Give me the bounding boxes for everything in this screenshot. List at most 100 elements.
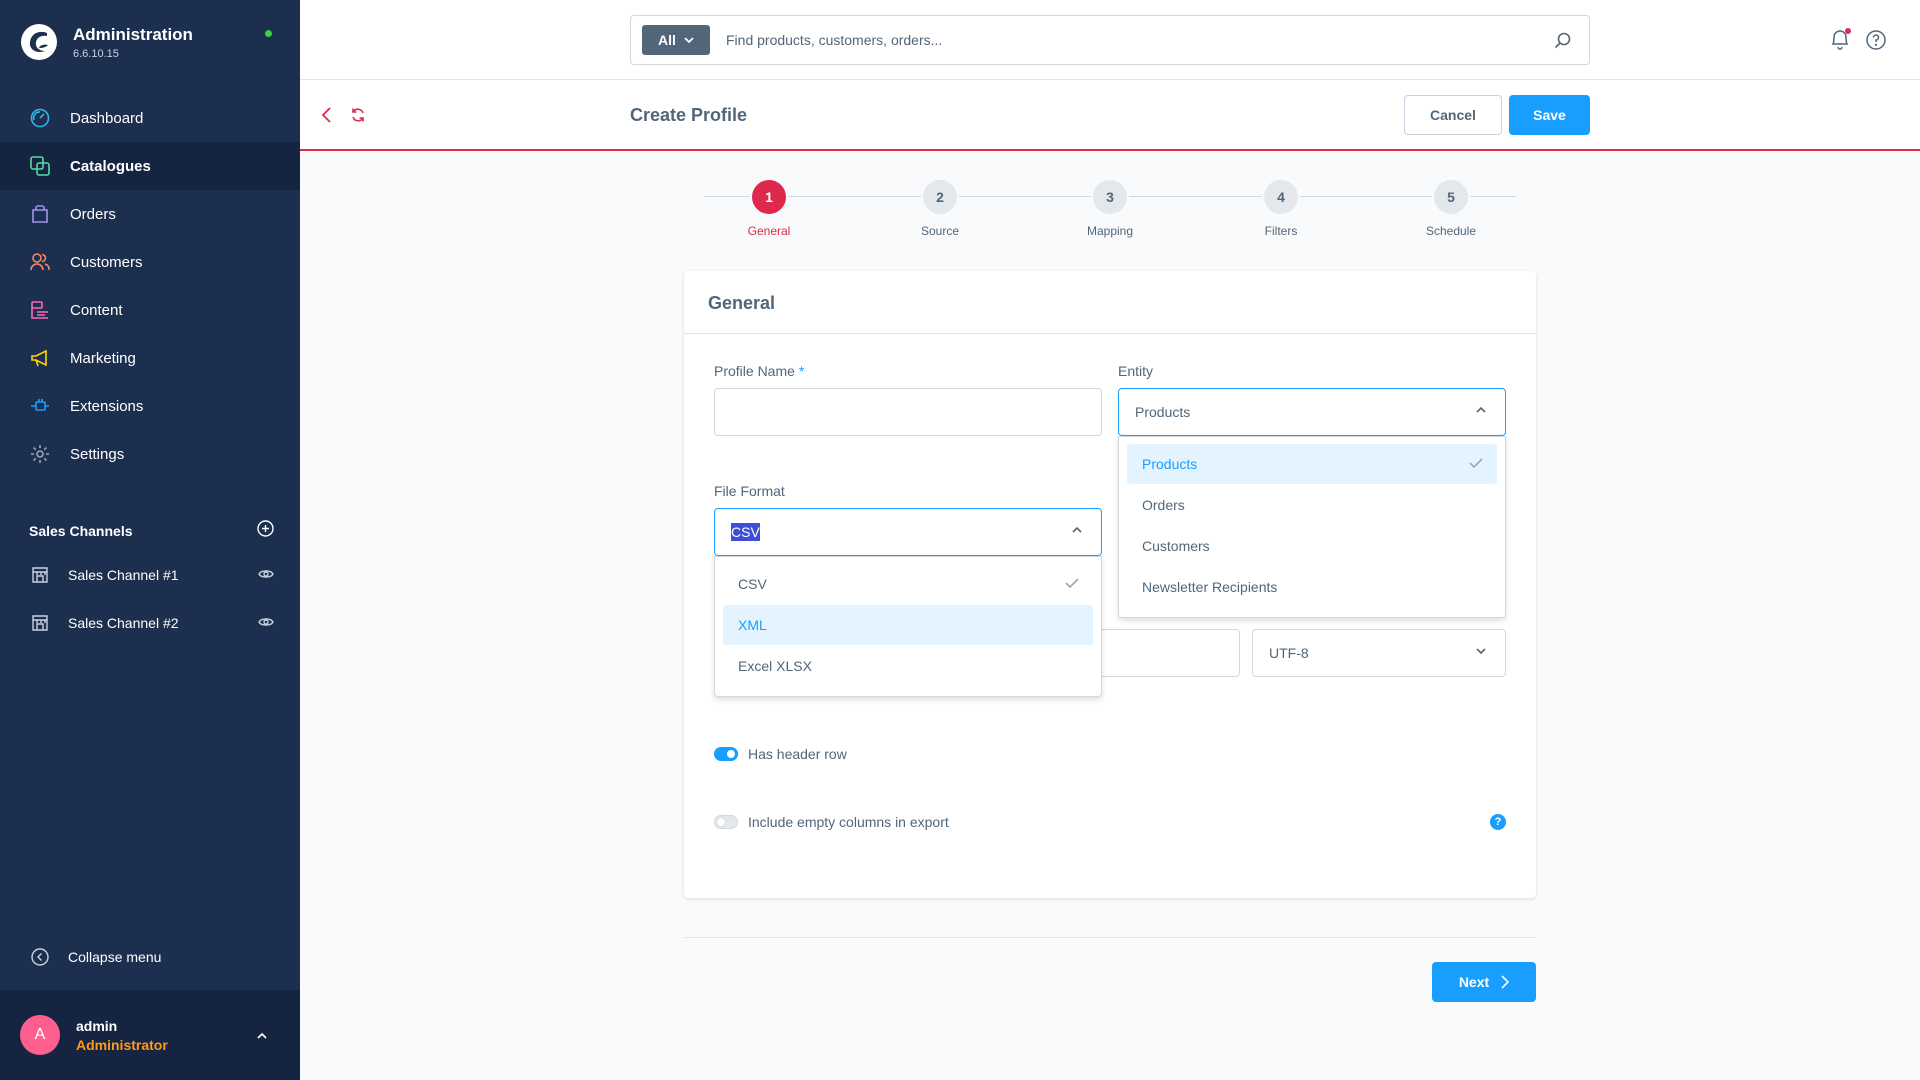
option-label: XML bbox=[738, 617, 767, 633]
plug-icon bbox=[29, 395, 51, 417]
bell-icon[interactable] bbox=[1830, 28, 1851, 55]
file-format-label: File Format bbox=[714, 483, 785, 499]
catalogue-icon bbox=[29, 155, 51, 177]
refresh-icon[interactable] bbox=[350, 107, 366, 128]
cancel-button[interactable]: Cancel bbox=[1404, 95, 1502, 135]
file-format-select[interactable]: CSV bbox=[714, 508, 1102, 556]
brand[interactable]: Administration 6.6.10.15 bbox=[20, 20, 193, 64]
sales-channel-label: Sales Channel #2 bbox=[68, 615, 179, 631]
shopware-logo-icon bbox=[21, 24, 57, 60]
nav-item-label: Catalogues bbox=[70, 157, 151, 175]
has-header-row-toggle[interactable] bbox=[714, 747, 738, 761]
step-label: Source bbox=[920, 224, 960, 238]
include-empty-columns-label: Include empty columns in export bbox=[748, 814, 949, 830]
shopping-bag-icon bbox=[29, 203, 51, 225]
step-source[interactable]: 2 Source bbox=[890, 178, 990, 238]
search-input[interactable] bbox=[726, 32, 1526, 48]
delimiter-field[interactable] bbox=[1084, 629, 1240, 677]
eye-icon[interactable] bbox=[258, 567, 274, 583]
online-status-dot bbox=[265, 30, 272, 37]
storefront-icon bbox=[29, 612, 51, 634]
sales-channel-label: Sales Channel #1 bbox=[68, 567, 179, 583]
save-button[interactable]: Save bbox=[1509, 95, 1590, 135]
top-bar: All bbox=[300, 0, 1920, 80]
step-number: 3 bbox=[1091, 178, 1129, 216]
entity-label: Entity bbox=[1118, 363, 1154, 379]
smart-bar: Create Profile Cancel Save bbox=[300, 80, 1920, 151]
file-format-option-excel-xlsx[interactable]: Excel XLSX bbox=[723, 646, 1093, 686]
encoding-select[interactable]: UTF-8 bbox=[1252, 629, 1506, 677]
step-label: Mapping bbox=[1086, 224, 1134, 238]
toggle-knob bbox=[717, 818, 725, 826]
step-label: Filters bbox=[1264, 224, 1298, 238]
nav-item-dashboard[interactable]: Dashboard bbox=[0, 94, 300, 142]
step-number: 2 bbox=[921, 178, 959, 216]
user-menu[interactable]: A admin Administrator bbox=[0, 990, 300, 1080]
footer-divider bbox=[684, 937, 1536, 938]
nav-item-extensions[interactable]: Extensions bbox=[0, 382, 300, 430]
search-scope-select[interactable]: All bbox=[642, 25, 710, 55]
sales-channels-header: Sales Channels bbox=[29, 520, 274, 542]
entity-option-orders[interactable]: Orders bbox=[1127, 485, 1497, 525]
file-format-option-xml[interactable]: XML bbox=[723, 605, 1093, 645]
encoding-value: UTF-8 bbox=[1269, 645, 1309, 661]
app-title: Administration bbox=[73, 24, 193, 44]
include-empty-columns-toggle[interactable] bbox=[714, 815, 738, 829]
nav-item-label: Dashboard bbox=[70, 109, 144, 127]
collapse-left-icon bbox=[29, 946, 51, 968]
next-button[interactable]: Next bbox=[1432, 962, 1536, 1002]
help-icon[interactable] bbox=[1866, 30, 1886, 55]
main-nav: Dashboard Catalogues Orders Customers Co… bbox=[0, 94, 300, 478]
nav-item-customers[interactable]: Customers bbox=[0, 238, 300, 286]
nav-item-orders[interactable]: Orders bbox=[0, 190, 300, 238]
checkmark-icon bbox=[1469, 458, 1483, 469]
users-icon bbox=[29, 251, 51, 273]
step-label: General bbox=[747, 224, 791, 238]
profile-name-field[interactable] bbox=[714, 388, 1102, 436]
nav-item-label: Settings bbox=[70, 445, 125, 463]
chevron-up-icon bbox=[1476, 406, 1486, 413]
step-schedule[interactable]: 5 Schedule bbox=[1401, 178, 1501, 238]
entity-option-customers[interactable]: Customers bbox=[1127, 526, 1497, 566]
eye-icon[interactable] bbox=[258, 615, 274, 631]
nav-item-label: Marketing bbox=[70, 349, 136, 367]
avatar: A bbox=[20, 1015, 60, 1055]
profile-name-label-text: Profile Name bbox=[714, 363, 795, 379]
next-label: Next bbox=[1458, 974, 1490, 990]
back-arrow-icon[interactable] bbox=[321, 107, 333, 128]
global-search: All bbox=[630, 15, 1590, 65]
step-mapping[interactable]: 3 Mapping bbox=[1060, 178, 1160, 238]
step-general[interactable]: 1 General bbox=[719, 178, 819, 238]
nav-item-marketing[interactable]: Marketing bbox=[0, 334, 300, 382]
checkmark-icon bbox=[1065, 578, 1079, 589]
chevron-down-icon bbox=[1476, 648, 1486, 655]
sales-channel-item[interactable]: Sales Channel #1 bbox=[29, 563, 274, 587]
storefront-icon bbox=[29, 564, 51, 586]
entity-option-products[interactable]: Products bbox=[1127, 444, 1497, 484]
file-format-value: CSV bbox=[731, 523, 760, 541]
has-header-row-label: Has header row bbox=[748, 746, 847, 762]
help-icon[interactable]: ? bbox=[1490, 814, 1506, 830]
option-label: Customers bbox=[1142, 538, 1210, 554]
nav-item-label: Content bbox=[70, 301, 123, 319]
file-format-option-csv[interactable]: CSV bbox=[723, 564, 1093, 604]
collapse-menu-button[interactable]: Collapse menu bbox=[29, 946, 161, 968]
step-filters[interactable]: 4 Filters bbox=[1231, 178, 1331, 238]
entity-option-newsletter-recipients[interactable]: Newsletter Recipients bbox=[1127, 567, 1497, 607]
step-label: Schedule bbox=[1425, 224, 1477, 238]
option-label: Products bbox=[1142, 456, 1198, 472]
nav-item-settings[interactable]: Settings bbox=[0, 430, 300, 478]
chevron-up-icon[interactable] bbox=[256, 1027, 268, 1045]
nav-item-catalogues[interactable]: Catalogues bbox=[0, 142, 300, 190]
nav-item-content[interactable]: Content bbox=[0, 286, 300, 334]
add-sales-channel-icon[interactable] bbox=[257, 520, 274, 542]
file-format-dropdown: CSV XML Excel XLSX bbox=[714, 556, 1102, 697]
page-title: Create Profile bbox=[630, 105, 748, 125]
required-mark: * bbox=[798, 363, 805, 379]
collapse-menu-label: Collapse menu bbox=[68, 949, 162, 965]
chevron-right-icon bbox=[1501, 975, 1510, 989]
entity-select[interactable]: Products bbox=[1118, 388, 1506, 436]
sales-channel-item[interactable]: Sales Channel #2 bbox=[29, 611, 274, 635]
search-icon[interactable] bbox=[1554, 32, 1571, 54]
nav-item-label: Orders bbox=[70, 205, 116, 223]
